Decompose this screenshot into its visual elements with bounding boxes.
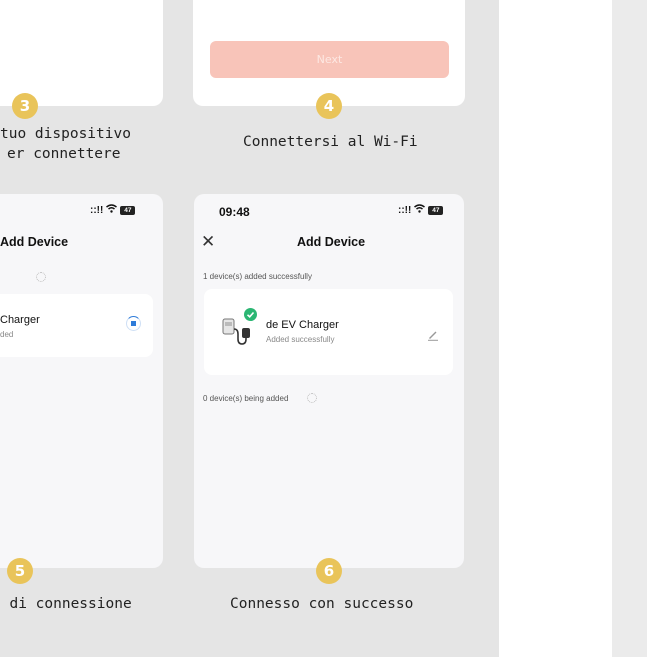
step5-badge: 5 (7, 558, 33, 584)
step6-time: 09:48 (219, 205, 250, 219)
step3-screen (0, 0, 163, 106)
progress-icon (126, 316, 141, 331)
step5-device-status: ded (0, 330, 14, 339)
step5-caption: n di connessione (0, 596, 132, 612)
step5-screen (0, 194, 163, 568)
added-count-text: 1 device(s) added successfully (203, 272, 312, 281)
step6-caption: Connesso con successo (230, 596, 414, 612)
step6-screen (194, 194, 464, 568)
step5-device-name: Charger (0, 314, 40, 326)
step5-title: Add Device (0, 235, 69, 249)
signal-icon: ::!! (90, 204, 104, 216)
signal-icon: ::!! (398, 204, 412, 216)
battery-icon: 47 (120, 205, 136, 215)
side-panel (612, 0, 647, 657)
step4-badge: 4 (316, 93, 342, 119)
step4-caption: Connettersi al Wi-Fi (243, 134, 418, 150)
step3-badge: 3 (12, 93, 38, 119)
step3-caption-line2: er connettere (7, 146, 121, 162)
wifi-icon (414, 204, 426, 216)
wifi-icon (106, 204, 118, 216)
step6-status-icons: ::!! 47 (398, 204, 444, 216)
step6-device-status: Added successfully (266, 335, 335, 344)
blank-panel (499, 0, 612, 657)
step6-badge: 6 (316, 558, 342, 584)
spinner-icon (36, 272, 46, 282)
step6-title: Add Device (297, 235, 366, 249)
edit-icon[interactable] (427, 326, 439, 345)
step6-device-name: de EV Charger (266, 319, 339, 331)
battery-icon: 47 (428, 205, 444, 215)
step5-status-icons: ::!! 47 (90, 204, 136, 216)
step3-caption-line1: tuo dispositivo (0, 126, 131, 142)
spinner-icon (307, 393, 317, 403)
close-icon[interactable]: ✕ (201, 234, 215, 251)
being-added-text: 0 device(s) being added (203, 394, 289, 403)
check-icon (244, 308, 257, 321)
next-button[interactable]: Next (210, 41, 449, 78)
